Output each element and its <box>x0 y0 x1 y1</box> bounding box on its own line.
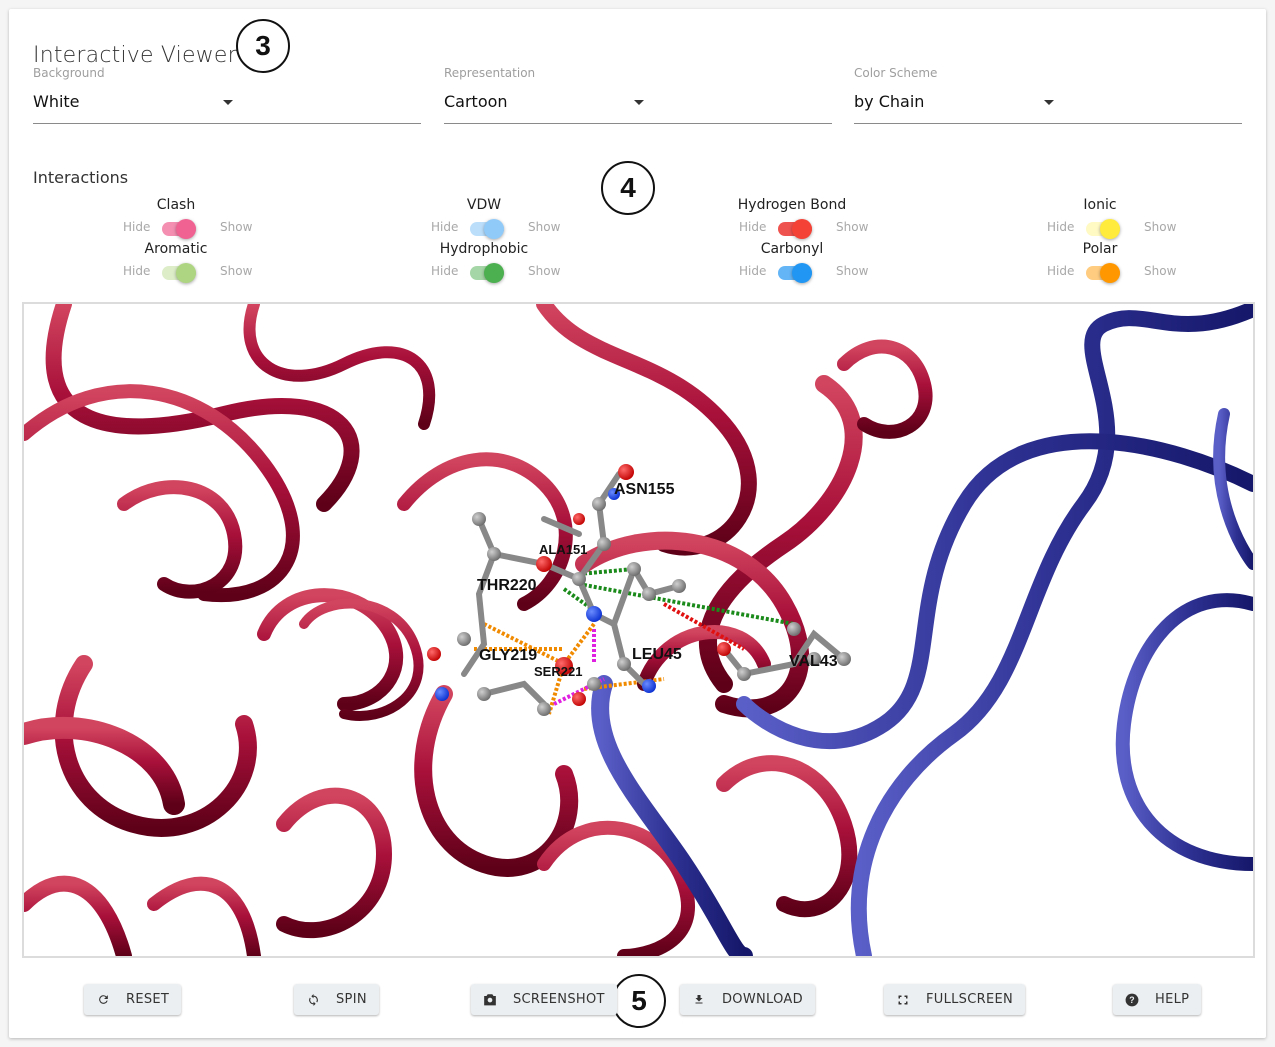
download-icon <box>692 993 706 1007</box>
toggle-show-label: Show <box>836 220 869 234</box>
download-button-label: DOWNLOAD <box>722 992 803 1007</box>
toggle-vdw[interactable]: VDW Hide Show <box>384 197 584 239</box>
select-underline <box>444 123 832 124</box>
representation-select[interactable]: Representation Cartoon <box>444 66 832 124</box>
toggle-thumb[interactable] <box>792 219 812 239</box>
interactions-title: Interactions <box>33 168 129 187</box>
residue-label: SER221 <box>534 664 582 679</box>
toggle-hide-label: Hide <box>739 264 767 278</box>
toggle-hide-label: Hide <box>1047 220 1075 234</box>
molecule-render[interactable]: ASN155 ALA151 THR220 GLY219 LEU45 VAL43 … <box>24 304 1253 956</box>
toggle-label: VDW <box>466 197 502 213</box>
spin-button[interactable]: SPIN <box>294 984 379 1015</box>
callout-4: 4 <box>601 161 655 215</box>
toggle-hydrogen-bond[interactable]: Hydrogen Bond Hide Show <box>692 197 892 239</box>
toggle-thumb[interactable] <box>1100 263 1120 283</box>
select-underline <box>854 123 1242 124</box>
molecule-viewer-canvas[interactable]: ASN155 ALA151 THR220 GLY219 LEU45 VAL43 … <box>22 302 1255 958</box>
residue-label: GLY219 <box>479 647 537 664</box>
fullscreen-button-label: FULLSCREEN <box>926 992 1013 1007</box>
chevron-down-icon <box>1044 100 1054 105</box>
toggle-label: Polar <box>1082 241 1118 257</box>
residue-label: ASN155 <box>614 481 675 498</box>
representation-select-label: Representation <box>444 66 536 80</box>
help-icon: ? <box>1125 993 1139 1007</box>
sync-icon <box>306 993 320 1007</box>
svg-text:?: ? <box>1129 994 1135 1004</box>
toggle-show-label: Show <box>220 220 253 234</box>
fullscreen-button[interactable]: FULLSCREEN <box>884 984 1025 1015</box>
spin-button-label: SPIN <box>336 992 367 1007</box>
toggle-label: Hydrogen Bond <box>737 197 847 213</box>
background-select-label: Background <box>33 66 105 80</box>
residue-labels: ASN155 ALA151 THR220 GLY219 LEU45 VAL43 … <box>477 481 838 679</box>
page-title: Interactive Viewer <box>33 43 237 68</box>
select-underline <box>33 123 421 124</box>
residue-label: LEU45 <box>632 646 682 663</box>
toggle-thumb[interactable] <box>1100 219 1120 239</box>
toggle-aromatic[interactable]: Aromatic Hide Show <box>76 241 276 283</box>
toggle-ionic[interactable]: Ionic Hide Show <box>1000 197 1200 239</box>
toggle-thumb[interactable] <box>484 263 504 283</box>
callout-3: 3 <box>236 19 290 73</box>
toggle-label: Hydrophobic <box>439 241 529 257</box>
residue-label: VAL43 <box>789 653 838 670</box>
refresh-icon <box>96 993 110 1007</box>
toggle-show-label: Show <box>528 220 561 234</box>
toggle-label: Ionic <box>1083 197 1117 213</box>
toggle-thumb[interactable] <box>176 263 196 283</box>
toggle-label: Aromatic <box>144 241 208 257</box>
fullscreen-icon <box>896 993 910 1007</box>
toggle-hide-label: Hide <box>431 220 459 234</box>
reset-button[interactable]: RESET <box>84 984 182 1015</box>
residue-label: ALA151 <box>539 542 587 557</box>
toggle-label: Clash <box>156 197 196 213</box>
toggle-hide-label: Hide <box>123 264 151 278</box>
toggle-show-label: Show <box>836 264 869 278</box>
background-select-value: White <box>33 92 80 111</box>
toggle-label: Carbonyl <box>760 241 824 257</box>
callout-5: 5 <box>612 974 666 1028</box>
download-button[interactable]: DOWNLOAD <box>680 984 815 1015</box>
toggle-carbonyl[interactable]: Carbonyl Hide Show <box>692 241 892 283</box>
toggle-show-label: Show <box>1144 220 1177 234</box>
reset-button-label: RESET <box>126 992 170 1007</box>
toggle-show-label: Show <box>1144 264 1177 278</box>
toggle-show-label: Show <box>220 264 253 278</box>
toggle-clash[interactable]: Clash Hide Show <box>76 197 276 239</box>
toggle-thumb[interactable] <box>484 219 504 239</box>
color-scheme-select[interactable]: Color Scheme by Chain <box>854 66 1242 124</box>
toggle-hide-label: Hide <box>739 220 767 234</box>
toggle-show-label: Show <box>528 264 561 278</box>
representation-select-value: Cartoon <box>444 92 508 111</box>
toggle-hide-label: Hide <box>123 220 151 234</box>
screenshot-button[interactable]: SCREENSHOT <box>471 984 617 1015</box>
toggle-hide-label: Hide <box>1047 264 1075 278</box>
screenshot-button-label: SCREENSHOT <box>513 992 605 1007</box>
chevron-down-icon <box>634 100 644 105</box>
toggle-thumb[interactable] <box>792 263 812 283</box>
color-scheme-select-label: Color Scheme <box>854 66 938 80</box>
background-select[interactable]: Background White <box>33 66 421 124</box>
help-button-label: HELP <box>1155 992 1190 1007</box>
help-button[interactable]: ? HELP <box>1113 984 1202 1015</box>
camera-icon <box>483 993 497 1007</box>
chevron-down-icon <box>223 100 233 105</box>
toggle-hide-label: Hide <box>431 264 459 278</box>
residue-label: THR220 <box>477 577 537 594</box>
toggle-thumb[interactable] <box>176 219 196 239</box>
toggle-polar[interactable]: Polar Hide Show <box>1000 241 1200 283</box>
color-scheme-select-value: by Chain <box>854 92 925 111</box>
toggle-hydrophobic[interactable]: Hydrophobic Hide Show <box>384 241 584 283</box>
